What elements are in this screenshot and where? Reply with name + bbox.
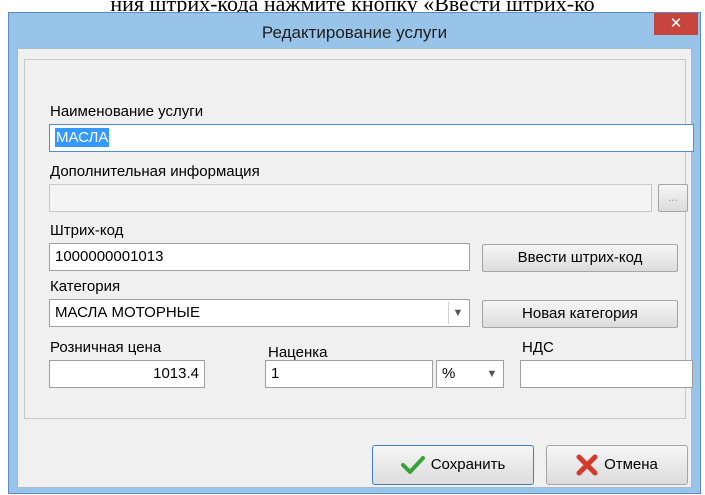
dialog-window: Редактирование услуги ✕ Наименование усл… — [8, 12, 701, 494]
checkmark-icon — [400, 456, 425, 475]
markup-label: Наценка — [268, 344, 328, 361]
chevron-down-icon[interactable]: ▼ — [483, 363, 501, 385]
category-select[interactable]: МАСЛА МОТОРНЫЕ ▼ — [49, 299, 470, 327]
vat-input[interactable] — [520, 360, 693, 388]
category-label: Категория — [50, 278, 121, 295]
cancel-x-icon — [576, 454, 598, 476]
markup-unit-select[interactable]: % ▼ — [436, 360, 504, 388]
markup-unit-value: % — [442, 365, 456, 382]
cancel-label: Отмена — [604, 456, 658, 473]
vat-label: НДС — [522, 339, 554, 356]
close-icon: ✕ — [669, 15, 683, 32]
extra-info-browse-button[interactable]: ... — [658, 184, 688, 212]
retail-price-input[interactable]: 1013.4 — [49, 360, 205, 388]
dialog-client-area: Наименование услуги МАСЛА Дополнительная… — [17, 48, 694, 488]
new-category-button[interactable]: Новая категория — [482, 300, 678, 328]
cancel-button[interactable]: Отмена — [546, 445, 688, 485]
extra-info-label: Дополнительная информация — [50, 163, 260, 180]
save-label: Сохранить — [430, 456, 506, 473]
dialog-title: Редактирование услуги — [261, 23, 448, 42]
name-label: Наименование услуги — [50, 103, 204, 120]
enter-barcode-button[interactable]: Ввести штрих-код — [482, 244, 678, 272]
barcode-label: Штрих-код — [50, 222, 124, 239]
save-button[interactable]: Сохранить — [372, 445, 534, 485]
name-input[interactable]: МАСЛА — [49, 124, 694, 152]
retail-price-label: Розничная цена — [50, 339, 162, 356]
category-value: МАСЛА МОТОРНЫЕ — [55, 304, 200, 321]
name-input-value: МАСЛА — [55, 128, 110, 147]
extra-info-input[interactable] — [49, 184, 652, 212]
markup-input[interactable]: 1 — [265, 360, 433, 388]
barcode-input[interactable]: 1000000001013 — [49, 243, 470, 271]
close-button[interactable]: ✕ — [654, 13, 698, 35]
chevron-down-icon[interactable]: ▼ — [448, 302, 467, 324]
